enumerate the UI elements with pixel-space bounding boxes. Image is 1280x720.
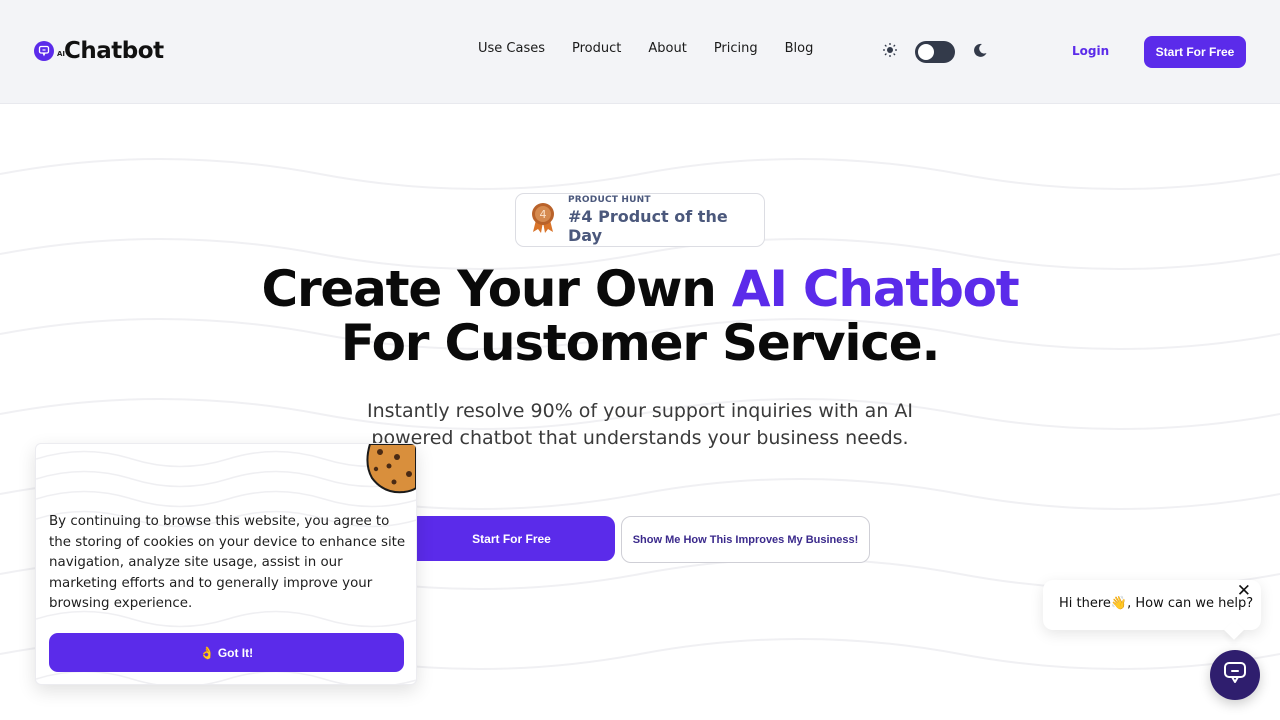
nav-item-about[interactable]: About <box>648 41 686 56</box>
theme-switcher <box>882 41 988 63</box>
hero-title-line2: For Customer Service. <box>340 314 941 372</box>
nav-item-use-cases[interactable]: Use Cases <box>478 41 545 56</box>
nav-item-pricing[interactable]: Pricing <box>714 41 758 56</box>
chat-logo-icon <box>34 41 54 61</box>
start-for-free-button[interactable]: Start For Free <box>408 516 615 561</box>
got-it-button[interactable]: 👌 Got It! <box>49 633 404 672</box>
hero-title-accent: AI Chatbot <box>731 260 1020 318</box>
nav-item-blog[interactable]: Blog <box>785 41 814 56</box>
svg-text:4: 4 <box>540 208 547 221</box>
toggle-knob <box>918 44 934 60</box>
product-hunt-badge[interactable]: 4 PRODUCT HUNT #4 Product of the Day <box>515 193 765 247</box>
badge-title: #4 Product of the Day <box>568 207 728 245</box>
cookie-message: By continuing to browse this website, yo… <box>49 514 406 611</box>
login-link[interactable]: Login <box>1072 44 1109 58</box>
hero-title-part1: Create Your Own <box>261 260 732 318</box>
start-for-free-header-button[interactable]: Start For Free <box>1144 36 1246 68</box>
chat-greeting-text: Hi there👋, How can we help? <box>1059 596 1254 611</box>
cookie-icon <box>364 444 416 498</box>
show-me-how-button[interactable]: Show Me How This Improves My Business! <box>621 516 870 563</box>
badge-label: PRODUCT HUNT <box>568 195 651 205</box>
theme-toggle[interactable] <box>915 41 955 63</box>
sun-icon <box>882 42 898 62</box>
medal-icon: 4 <box>530 202 556 238</box>
nav-item-product[interactable]: Product <box>572 41 621 56</box>
ok-hand-icon: 👌 <box>199 645 215 660</box>
logo[interactable]: AI Chatbot <box>34 38 164 64</box>
chat-launcher-button[interactable] <box>1210 650 1260 700</box>
close-icon[interactable]: ✕ <box>1237 582 1251 600</box>
moon-icon <box>972 42 988 62</box>
cookie-banner: By continuing to browse this website, yo… <box>35 443 417 685</box>
got-it-label: Got It! <box>217 645 254 660</box>
chat-greeting-bubble[interactable]: Hi there👋, How can we help? ✕ <box>1043 580 1261 630</box>
main-nav: Use Cases Product About Pricing Blog <box>478 41 840 56</box>
hero-title: Create Your Own AI Chatbot For Customer … <box>0 262 1280 370</box>
chat-icon <box>1222 660 1248 690</box>
logo-text: Chatbot <box>64 38 164 64</box>
site-header: AI Chatbot Use Cases Product About Prici… <box>0 0 1280 104</box>
hero-subtitle: Instantly resolve 90% of your support in… <box>366 400 914 449</box>
